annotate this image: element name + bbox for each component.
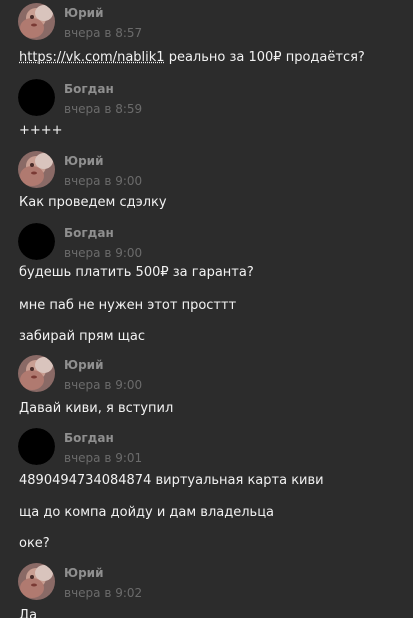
message-text: забирай прям щас (19, 329, 146, 344)
message-time[interactable]: вчера в 8:57 (64, 26, 142, 40)
black-avatar-icon[interactable] (18, 428, 55, 465)
photo-avatar-icon[interactable] (18, 3, 55, 40)
message-link[interactable]: https://vk.com/nablik1 (19, 50, 165, 65)
photo-avatar-icon[interactable] (18, 563, 55, 600)
message-text: ++++ (19, 123, 63, 138)
author-name[interactable]: Богдан (64, 431, 114, 445)
black-avatar-icon[interactable] (18, 223, 55, 260)
author-name[interactable]: Юрий (64, 154, 104, 168)
black-avatar-icon[interactable] (18, 79, 55, 116)
author-name[interactable]: Юрий (64, 358, 104, 372)
photo-avatar-icon[interactable] (18, 355, 55, 392)
message-text: будешь платить 500₽ за гаранта? (19, 265, 254, 280)
message-text: оке? (19, 536, 50, 551)
author-name[interactable]: Богдан (64, 82, 114, 96)
message-text: Давай киви, я вступил (19, 401, 174, 416)
message-time[interactable]: вчера в 9:02 (64, 586, 142, 600)
message-text: мне паб не нужен этот просттт (19, 298, 237, 313)
photo-avatar-icon[interactable] (18, 151, 55, 188)
chat-history: Юрий вчера в 8:57 https://vk.com/nablik1… (0, 0, 413, 618)
message-text: 4890494734084874 виртуальная карта киви (19, 473, 324, 488)
message-text: ща до компа дойду и дам владельца (19, 505, 275, 520)
message-time[interactable]: вчера в 9:01 (64, 451, 142, 465)
author-name[interactable]: Юрий (64, 566, 104, 580)
message-text: Как проведем сдэлку (19, 195, 167, 210)
message-text: https://vk.com/nablik1 реально за 100₽ п… (19, 50, 365, 66)
author-name[interactable]: Богдан (64, 226, 114, 240)
message-time[interactable]: вчера в 8:59 (64, 102, 142, 116)
message-time[interactable]: вчера в 9:00 (64, 246, 142, 260)
author-name[interactable]: Юрий (64, 6, 104, 20)
message-text-tail: реально за 100₽ продаётся? (164, 50, 365, 65)
message-text: Да (19, 608, 38, 618)
message-time[interactable]: вчера в 9:00 (64, 174, 142, 188)
message-time[interactable]: вчера в 9:00 (64, 378, 142, 392)
